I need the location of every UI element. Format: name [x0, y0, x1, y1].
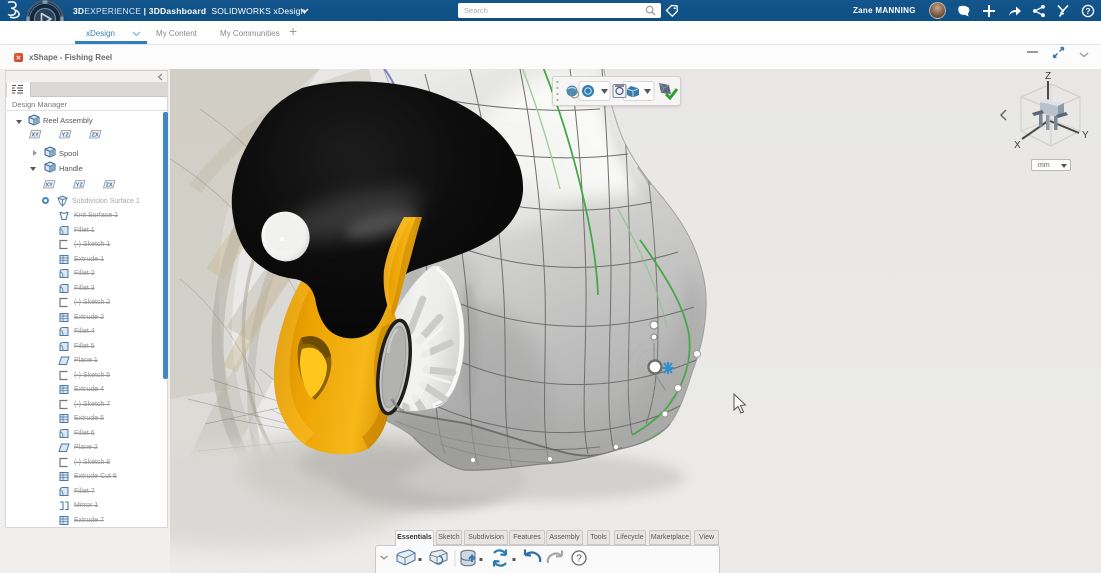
svg-text:XY: XY	[46, 183, 54, 189]
svg-text:YZ: YZ	[76, 183, 84, 189]
svg-text:Z: Z	[1045, 71, 1051, 82]
svg-text:XY: XY	[32, 133, 40, 139]
svg-text:ZX: ZX	[106, 183, 113, 189]
svg-text:?: ?	[576, 554, 582, 565]
svg-text:?: ?	[1085, 6, 1090, 16]
svg-text:YZ: YZ	[62, 133, 70, 139]
svg-text:X: X	[1014, 140, 1021, 151]
svg-text:ZX: ZX	[92, 133, 99, 139]
svg-text:Y: Y	[1082, 130, 1089, 141]
